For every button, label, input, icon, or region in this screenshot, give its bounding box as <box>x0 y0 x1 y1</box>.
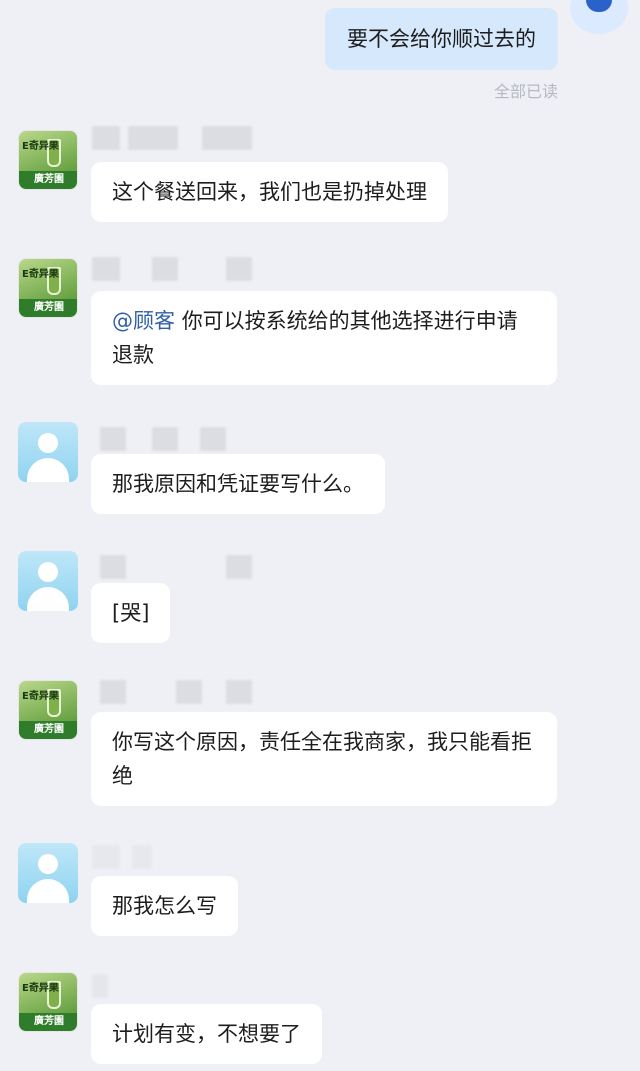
shop-logo: E奇异果 <box>22 141 59 152</box>
self-avatar[interactable] <box>570 0 628 34</box>
shop-avatar-name: 廣芳園 <box>19 299 77 317</box>
message-bubble[interactable]: 那我怎么写 <box>91 876 238 936</box>
shop-logo: E奇异果 <box>22 269 59 280</box>
user-avatar[interactable] <box>18 422 78 482</box>
message-bubble[interactable]: 那我原因和凭证要写什么。 <box>91 454 385 514</box>
shop-avatar-name: 廣芳園 <box>19 721 77 739</box>
shop-avatar-name: 廣芳園 <box>19 1013 77 1031</box>
shop-avatar[interactable]: E奇异果 廣芳園 <box>18 680 78 740</box>
shop-logo: E奇异果 <box>22 691 59 702</box>
outgoing-bubble[interactable]: 要不会给你顺过去的 <box>325 8 558 70</box>
mention-customer[interactable]: @顾客 <box>112 309 175 333</box>
outgoing-message[interactable]: 要不会给你顺过去的 <box>325 8 558 70</box>
shop-logo: E奇异果 <box>22 983 59 994</box>
shop-avatar[interactable]: E奇异果 廣芳園 <box>18 130 78 190</box>
message-bubble[interactable]: [哭] <box>91 583 171 643</box>
shop-avatar-name: 廣芳園 <box>19 171 77 189</box>
message-bubble[interactable]: 你写这个原因，责任全在我商家，我只能看拒绝 <box>91 712 557 806</box>
message-bubble[interactable]: 计划有变，不想要了 <box>91 1004 322 1064</box>
user-avatar[interactable] <box>18 843 78 903</box>
message-bubble[interactable]: @顾客 你可以按系统给的其他选择进行申请退款 <box>91 291 557 385</box>
message-bubble[interactable]: 这个餐送回来，我们也是扔掉处理 <box>91 162 448 222</box>
read-status: 全部已读 <box>493 82 558 101</box>
user-avatar[interactable] <box>18 551 78 611</box>
shop-avatar[interactable]: E奇异果 廣芳園 <box>18 258 78 318</box>
shop-avatar[interactable]: E奇异果 廣芳園 <box>18 972 78 1032</box>
